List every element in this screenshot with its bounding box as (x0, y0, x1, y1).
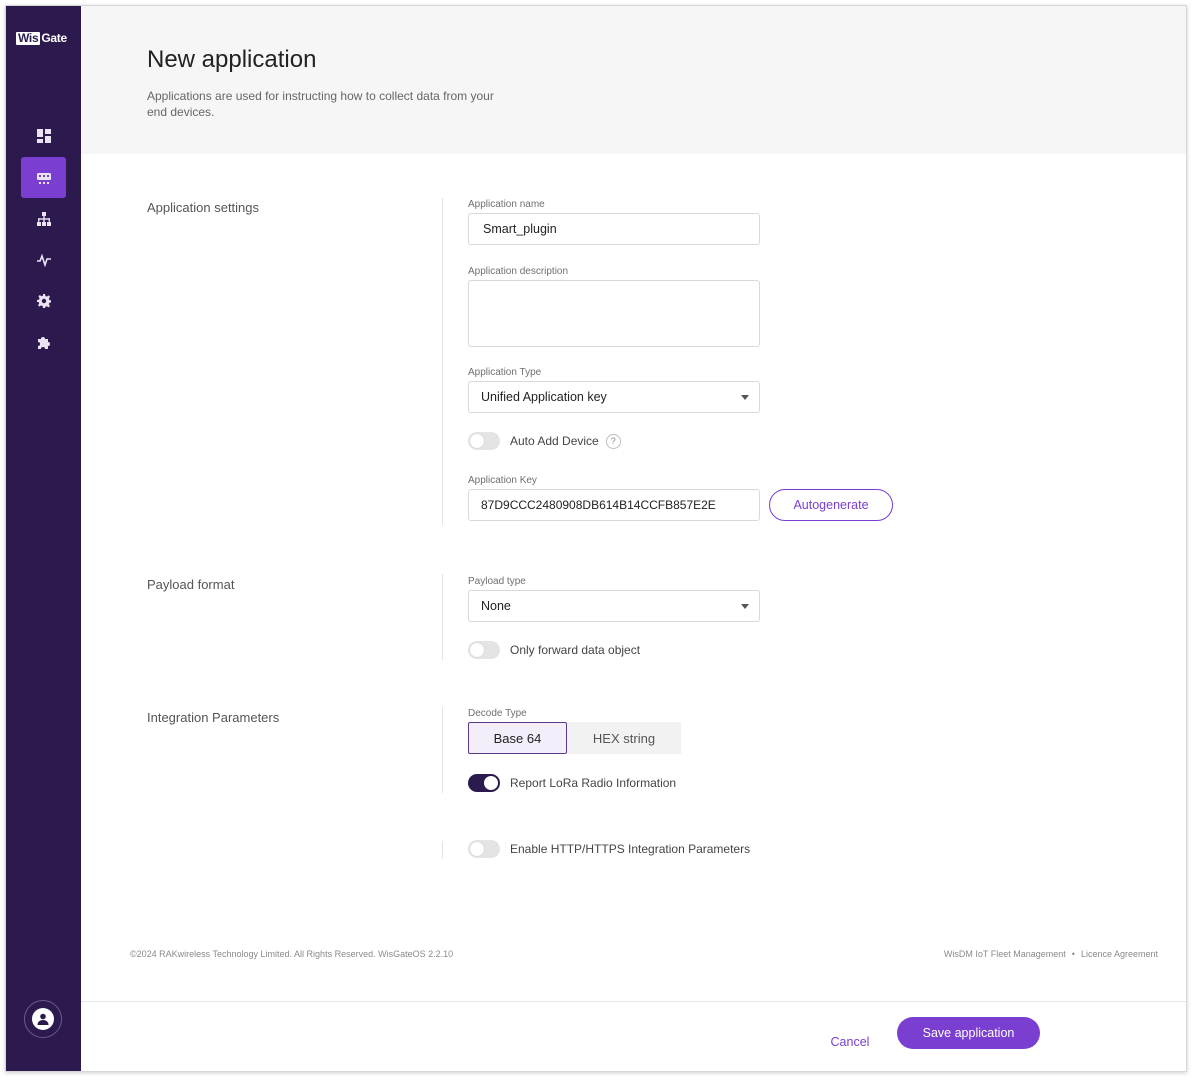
report-lora-toggle[interactable] (468, 774, 500, 792)
autogenerate-button[interactable]: Autogenerate (769, 489, 893, 521)
app-type-label: Application Type (468, 367, 542, 378)
enable-http-label: Enable HTTP/HTTPS Integration Parameters (510, 842, 751, 856)
action-bar: Cancel Save application (81, 1001, 1186, 1071)
network-icon (36, 211, 51, 226)
section-divider (442, 198, 443, 525)
applications-icon (36, 172, 51, 184)
report-lora-row: Report LoRa Radio Information (468, 773, 676, 793)
section-application-settings: Application settings (147, 200, 260, 215)
footer-copyright: ©2024 RAKwireless Technology Limited. Al… (130, 949, 454, 959)
section-divider (442, 707, 443, 793)
app-name-input[interactable] (468, 213, 760, 245)
nav-network[interactable] (21, 198, 66, 239)
payload-type-value: None (481, 599, 511, 613)
auto-add-label: Auto Add Device (510, 434, 599, 448)
app-name-label: Application name (468, 199, 545, 210)
decode-option-base64[interactable]: Base 64 (468, 722, 567, 754)
app-type-value: Unified Application key (481, 390, 607, 404)
chevron-down-icon (741, 395, 749, 400)
sidebar: Wis Gate (6, 6, 81, 1071)
app-description-label: Application description (468, 266, 569, 277)
fleet-management-link[interactable]: WisDM IoT Fleet Management (944, 949, 1066, 959)
app-key-label: Application Key (468, 475, 537, 486)
nav-extensions[interactable] (21, 321, 66, 362)
auto-add-toggle[interactable] (468, 432, 500, 450)
enable-http-row: Enable HTTP/HTTPS Integration Parameters (468, 839, 750, 859)
app-key-input[interactable] (468, 489, 760, 521)
section-payload-format: Payload format (147, 577, 235, 592)
puzzle-icon (37, 336, 50, 349)
chevron-down-icon (741, 604, 749, 609)
payload-type-select[interactable]: None (468, 590, 760, 622)
report-lora-label: Report LoRa Radio Information (510, 776, 677, 790)
user-icon (37, 1013, 49, 1025)
help-icon[interactable]: ? (605, 433, 621, 449)
only-forward-row: Only forward data object (468, 640, 640, 660)
nav-activity[interactable] (21, 239, 66, 280)
only-forward-label: Only forward data object (510, 643, 641, 657)
app-window: Wis Gate New application Applications are (5, 5, 1187, 1072)
only-forward-toggle[interactable] (468, 641, 500, 659)
nav-applications[interactable] (21, 157, 66, 198)
nav-dashboard[interactable] (21, 115, 66, 156)
nav-settings[interactable] (21, 280, 66, 321)
enable-http-toggle[interactable] (468, 840, 500, 858)
auto-add-row: Auto Add Device ? (468, 431, 621, 451)
page-header: New application Applications are used fo… (81, 6, 1186, 154)
page-subtitle: Applications are used for instructing ho… (147, 89, 494, 119)
user-avatar[interactable] (24, 1000, 62, 1038)
licence-agreement-link[interactable]: Licence Agreement (1081, 949, 1158, 959)
footer-links: WisDM IoT Fleet Management • Licence Agr… (944, 949, 1158, 959)
gear-icon (36, 293, 51, 308)
section-divider (442, 574, 443, 660)
cancel-button[interactable]: Cancel (820, 1027, 880, 1057)
decode-type-label: Decode Type (468, 708, 527, 719)
app-description-input[interactable] (468, 280, 760, 347)
footer-separator: • (1071, 949, 1075, 959)
activity-icon (36, 253, 51, 267)
save-application-button[interactable]: Save application (897, 1017, 1040, 1049)
section-divider (442, 841, 443, 859)
dashboard-icon (36, 128, 51, 143)
section-integration-parameters: Integration Parameters (147, 710, 280, 725)
app-type-select[interactable]: Unified Application key (468, 381, 760, 413)
payload-type-label: Payload type (468, 576, 526, 587)
page-title: New application (147, 46, 317, 73)
decode-type-selector: Base 64 HEX string (468, 722, 681, 754)
decode-option-hex[interactable]: HEX string (567, 722, 681, 754)
wisgate-logo[interactable]: Wis Gate (16, 31, 67, 45)
